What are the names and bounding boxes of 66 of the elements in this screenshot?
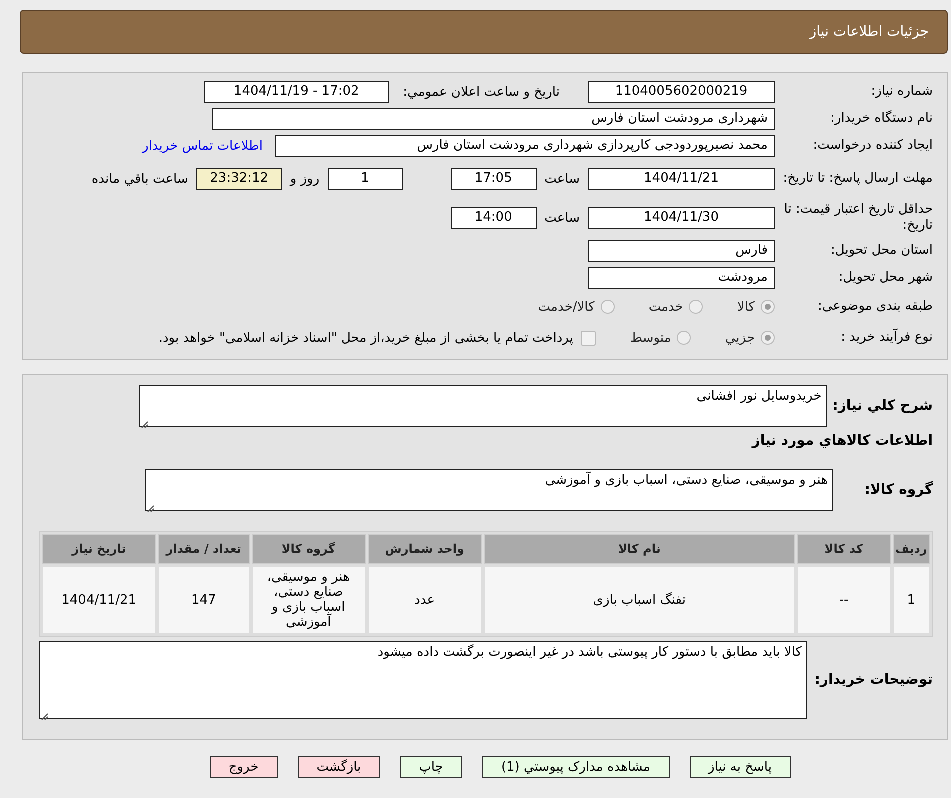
- radio-label: متوسط: [630, 330, 672, 346]
- need-number-field: 1104005602000219: [588, 81, 775, 103]
- validity-time-field: 14:00: [450, 207, 537, 229]
- province-field: فارس: [588, 240, 775, 262]
- field-label: نوع فرآیند خرید :: [840, 330, 933, 346]
- field-label: مهلت ارسال پاسخ: تا تاریخ:: [783, 171, 933, 187]
- announce-date-field: 1404/11/19 - 17:02: [204, 81, 390, 103]
- radio-label: خدمت: [648, 300, 684, 314]
- deadline-time-field: 17:05: [450, 168, 537, 190]
- table-cell: هنر و موسیقی، صنایع دستی، اسباب بازی و آموزشی: [252, 566, 366, 634]
- table-cell: 1404/11/21: [42, 566, 156, 634]
- action-button[interactable]: چاپ: [400, 756, 462, 778]
- table-cell: 147: [158, 566, 250, 634]
- contact-info-link[interactable]: اطلاعات تماس خریدار: [142, 138, 263, 154]
- radio-label: جزيي: [725, 330, 755, 346]
- table-cell: 1: [892, 566, 930, 634]
- days-field: 1: [328, 168, 403, 190]
- checkbox[interactable]: [581, 330, 596, 346]
- field-label: توضیحات خریدار:: [814, 672, 933, 688]
- remaining-time-field: 23:32:12: [196, 168, 282, 190]
- field-label: شماره نیاز:: [870, 84, 933, 100]
- field-label: شرح کلي نیاز:: [832, 398, 933, 414]
- table-cell: تفنگ اسباب بازی: [484, 566, 796, 634]
- validity-date-field: 1404/11/30: [588, 207, 775, 229]
- buyer-name-field: شهرداری مرودشت استان فارس: [212, 108, 775, 130]
- action-button[interactable]: بازگشت: [298, 756, 380, 778]
- radio-button[interactable]: [761, 331, 775, 345]
- action-button[interactable]: پاسخ به نیاز: [690, 756, 791, 778]
- field-label: تاریخ و ساعت اعلان عمومي:: [403, 84, 560, 100]
- field-label: ساعت: [544, 210, 580, 226]
- radio-button[interactable]: [677, 331, 692, 345]
- field-label: گروه کالا:: [864, 482, 933, 498]
- column-header: کد کالا: [797, 534, 891, 564]
- field-label: نام دستگاه خریدار:: [830, 111, 933, 127]
- action-button[interactable]: مشاهده مدارک پیوستي (1): [482, 756, 670, 778]
- column-header: ردیف: [892, 534, 930, 564]
- city-field: مرودشت: [588, 267, 775, 289]
- field-label: طبقه بندی موضوعی:: [816, 299, 933, 315]
- radio-button[interactable]: [689, 300, 704, 314]
- field-label: استان محل تحویل:: [830, 243, 933, 259]
- table-cell: عدد: [368, 566, 482, 634]
- radio-button[interactable]: [600, 300, 615, 314]
- radio-label: کالا: [737, 300, 755, 314]
- radio-button[interactable]: [761, 300, 775, 314]
- column-header: تعداد / مقدار: [158, 534, 250, 564]
- buyer-notes-textarea: کالا باید مطابق با دستور کار پیوستی باشد در غیر اینصورت برگشت داده میشود: [39, 641, 807, 719]
- field-label: روز و: [290, 172, 320, 186]
- column-header: واحد شمارش: [368, 534, 482, 564]
- section-title: اطلاعات کالاهاي مورد نیاز: [750, 433, 933, 449]
- field-label: حداقل تاریخ اعتبار قیمت: تا تاریخ:: [783, 202, 933, 234]
- checkbox-label: پرداخت تمام یا بخشی از مبلغ خرید،از محل "اسناد خزانه اسلامی" خواهد بود.: [158, 330, 574, 346]
- column-header: تاریخ نیاز: [42, 534, 156, 564]
- description-textarea: خریدوسایل نور افشانی: [138, 385, 827, 427]
- goods-group-textarea: هنر و موسیقی، صنایع دستی، اسباب بازی و آموزشی: [145, 469, 833, 511]
- field-label: ساعت: [544, 172, 580, 186]
- page-title: جزئیات اطلاعات نیاز: [810, 24, 929, 40]
- action-button[interactable]: خروج: [210, 756, 278, 778]
- requester-field: محمد نصیرپوردودجی کارپردازی شهرداری مرودشت استان فارس: [275, 135, 775, 157]
- field-label: ایجاد کننده درخواست:: [812, 138, 933, 154]
- radio-label: کالا/خدمت: [538, 300, 595, 314]
- field-label: ساعت باقي مانده: [92, 172, 188, 186]
- deadline-date-field: 1404/11/21: [588, 168, 775, 190]
- table-cell: --: [797, 566, 891, 634]
- field-label: شهر محل تحویل:: [838, 270, 933, 286]
- column-header: گروه کالا: [252, 534, 366, 564]
- column-header: نام کالا: [484, 534, 796, 564]
